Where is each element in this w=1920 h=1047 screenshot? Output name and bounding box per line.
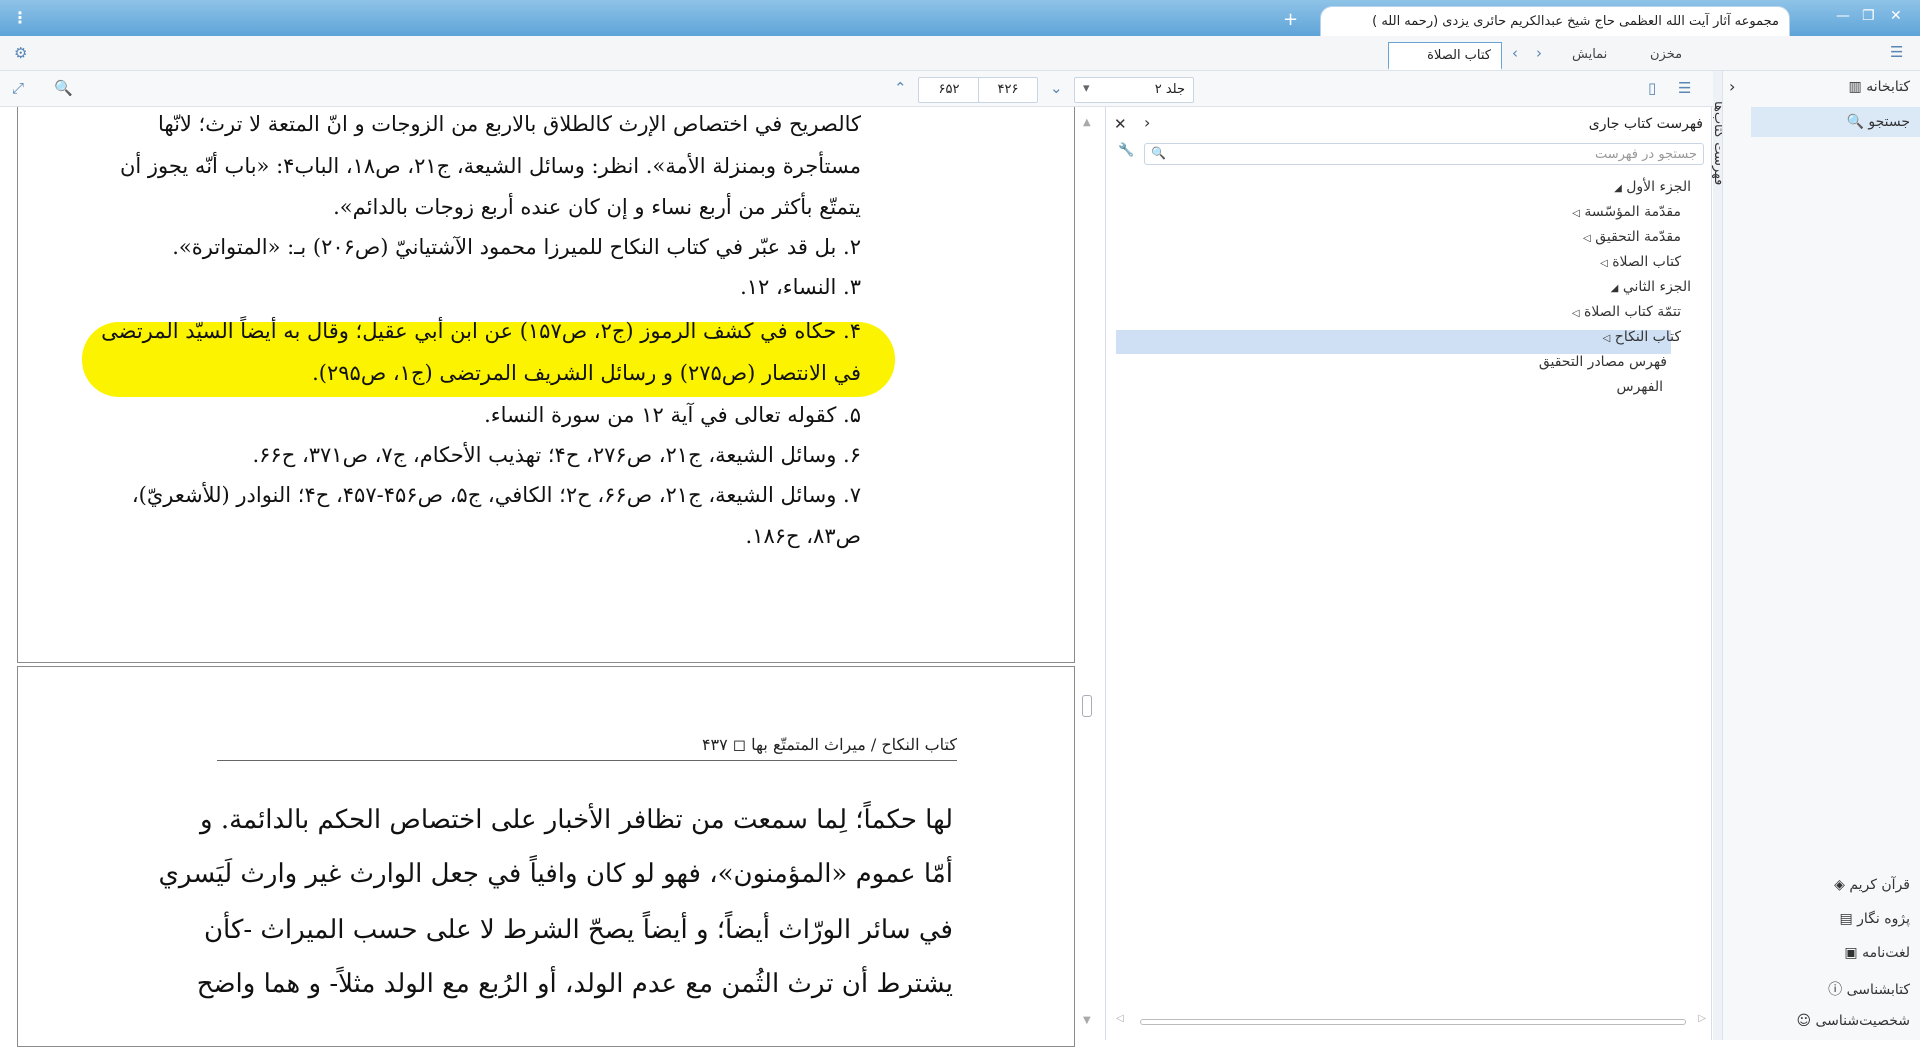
toc-item[interactable]: الفهرس: [1616, 379, 1663, 395]
sidebar-item-notebook[interactable]: پژوه نگار ▤: [1839, 911, 1910, 927]
document-tab[interactable]: مجموعه آثار آیت الله العظمی حاج شیخ عبدا…: [1320, 6, 1790, 36]
toc-title: فهرست کتاب جاری: [1588, 116, 1703, 132]
running-header: کتاب النکاح / میراث المتمتّع بها ◻ ۴۳۷: [217, 735, 957, 761]
person-icon: ☺: [1796, 1013, 1812, 1029]
reader-pane[interactable]: کالصریح في اختصاص الإرث کالطلاق بالاربع …: [17, 107, 1075, 1047]
chevron-down-icon[interactable]: ⌄: [1050, 79, 1063, 97]
toc-search-input[interactable]: جستجو در فهرست 🔍: [1144, 143, 1704, 165]
sidebar-item-persons[interactable]: شخصیت‌شناسی ☺: [1796, 1013, 1910, 1029]
toc-search-placeholder: جستجو در فهرست: [1594, 147, 1697, 162]
toolbar-top: ⚙ کتاب الصلاة ‹ › نمایش مخزن ☰: [0, 36, 1920, 71]
toc-item-selected[interactable]: کتاب النکاح ◁: [1603, 329, 1681, 345]
chevron-up-icon[interactable]: ⌃: [894, 79, 907, 97]
body-line: لها حکماً؛ لِما سمعت من تظافر الأخبار عل…: [200, 805, 953, 835]
volume-select[interactable]: جلد ۲ ▾: [1074, 77, 1194, 103]
tab-repository-label: مخزن: [1650, 47, 1683, 62]
body-line: یشترط أن ترث الثُمن مع عدم الولد، أو الر…: [196, 969, 953, 999]
toc-item[interactable]: تتمّة کتاب الصلاة ◁: [1572, 304, 1681, 320]
vertical-tab-strip[interactable]: فهرست کتاب‌ها: [1711, 71, 1726, 1040]
page-total-field: ۶۵۲: [918, 77, 980, 103]
close-icon[interactable]: ✕: [1890, 8, 1902, 24]
scroll-up-icon[interactable]: ▲: [1083, 117, 1091, 128]
search-icon[interactable]: 🔍: [54, 79, 73, 97]
toc-item-part1[interactable]: الجزء الأول ◢: [1614, 179, 1691, 195]
scroll-down-icon[interactable]: ▼: [1083, 1015, 1091, 1026]
toc-selection: [1116, 330, 1671, 354]
scroll-right-icon[interactable]: ▷: [1698, 1013, 1706, 1024]
document-tab-label: مجموعه آثار آیت الله العظمی حاج شیخ عبدا…: [1372, 14, 1779, 29]
minimize-icon[interactable]: —: [1836, 8, 1850, 24]
triangle-down-icon: ◢: [1610, 283, 1619, 294]
footnote-line: ۶. وسائل الشیعة، ج۲۱، ص۲۷۶، ح۴؛ تهذیب ال…: [252, 443, 861, 467]
scroll-thumb[interactable]: [1140, 1019, 1686, 1025]
reader-scrollbar[interactable]: ▲ ▼: [1078, 117, 1098, 1027]
page-input[interactable]: ۴۲۶: [978, 77, 1038, 103]
restore-icon[interactable]: ❐: [1862, 8, 1875, 24]
footnote-line: کالصریح في اختصاص الإرث کالطلاق بالاربع …: [157, 112, 861, 136]
footnote-line: ۵. کقوله تعالی في آیة ۱۲ من سورة النساء.: [484, 403, 861, 427]
footnote-line: یتمتّع بأکثر من أربع نساء و إن کان عنده …: [333, 195, 861, 219]
footnote-line: ۴. حکاه في کشف الرموز (ج۲، ص۱۵۷) عن ابن …: [101, 319, 861, 343]
volume-select-label: جلد ۲: [1154, 82, 1185, 97]
tab-display[interactable]: نمایش: [1562, 42, 1617, 70]
body-line: في سائر الورّاث أیضاً؛ و أیضاً یصحّ الشر…: [203, 915, 953, 945]
chevron-right-icon[interactable]: ›: [1536, 44, 1542, 62]
notebook-icon: ▤: [1839, 911, 1853, 927]
scroll-left-icon[interactable]: ◁: [1116, 1013, 1124, 1024]
footnote-line: في الانتصار (ص۲۷۵) و رسائل الشریف المرتض…: [312, 361, 861, 385]
kebab-menu-icon[interactable]: ⋮: [12, 8, 28, 27]
dropdown-icon: ▾: [1083, 81, 1090, 96]
single-page-icon[interactable]: ▯: [1648, 79, 1656, 97]
right-sidebar: › کتابخانه ▥ جستجو 🔍 قرآن کریم ◈ پژوه نگ…: [1722, 71, 1920, 1040]
tab-book-label: کتاب الصلاة: [1427, 48, 1491, 63]
tab-display-label: نمایش: [1572, 47, 1608, 62]
tab-repository[interactable]: مخزن: [1640, 42, 1692, 70]
footnote-line: ۷. وسائل الشیعة، ج۲۱، ص۶۶، ح۲؛ الکافي، ج…: [131, 483, 861, 507]
chevron-left-icon: ◁: [1600, 258, 1608, 269]
toc-item-part2[interactable]: الجزء الثاني ◢: [1611, 279, 1691, 295]
quran-icon: ◈: [1834, 877, 1845, 893]
chevron-left-icon: ◁: [1571, 308, 1580, 319]
footnote-line: ۲. بل قد عبّر في کتاب النکاح للمیرزا محم…: [172, 235, 861, 259]
sidebar-item-library[interactable]: کتابخانه ▥: [1849, 79, 1910, 95]
chevron-left-icon: ◁: [1602, 333, 1611, 344]
toc-item[interactable]: فهرس مصادر التحقیق: [1539, 354, 1667, 370]
triangle-down-icon: ◢: [1614, 183, 1622, 194]
info-icon: ⓘ: [1828, 982, 1843, 998]
chevron-left-icon[interactable]: ‹: [1512, 44, 1518, 62]
gear-icon[interactable]: ⚙: [14, 44, 27, 62]
search-icon: 🔍: [1846, 114, 1864, 130]
search-icon: 🔍: [1151, 146, 1166, 160]
scroll-thumb[interactable]: [1082, 695, 1092, 717]
sidebar-item-search[interactable]: جستجو 🔍: [1846, 114, 1910, 130]
sidebar-item-quran[interactable]: قرآن کریم ◈: [1834, 877, 1910, 893]
sidebar-item-dictionary[interactable]: لغت‌نامه ▣: [1844, 945, 1910, 961]
expand-icon[interactable]: ⤢: [12, 79, 24, 97]
tab-book[interactable]: کتاب الصلاة: [1388, 42, 1502, 70]
toc-item[interactable]: کتاب الصلاة ◁: [1600, 254, 1681, 270]
sidebar-item-bibliography[interactable]: کتابشناسی ⓘ: [1828, 979, 1910, 999]
title-bar: ⋮ + مجموعه آثار آیت الله العظمی حاج شیخ …: [0, 0, 1920, 36]
hamburger-menu-icon[interactable]: ☰: [1890, 43, 1903, 61]
new-tab-button[interactable]: +: [1283, 9, 1298, 30]
toolbar-reader: ⤢ 🔍 ⌃ ۶۵۲ ۴۲۶ ⌄ جلد ۲ ▾ ▯ ☰: [0, 71, 1920, 107]
chevron-left-icon: ◁: [1572, 208, 1580, 219]
list-view-icon[interactable]: ☰: [1678, 79, 1691, 97]
toc-item[interactable]: مقدّمة التحقیق ◁: [1583, 229, 1681, 245]
footnote-line: مستأجرة وبمنزلة الأمة». انظر: وسائل الشی…: [119, 154, 861, 178]
close-panel-icon[interactable]: ✕: [1114, 115, 1127, 133]
dictionary-icon: ▣: [1844, 945, 1858, 961]
library-icon: ▥: [1848, 79, 1862, 95]
chevron-right-icon[interactable]: ›: [1729, 77, 1735, 96]
toc-panel: ✕ › فهرست کتاب جاری 🔧 جستجو در فهرست 🔍 ا…: [1105, 107, 1712, 1040]
footnote-line: ۳. النساء، ۱۲.: [740, 275, 861, 299]
toc-hscrollbar[interactable]: ◁ ▷: [1116, 1013, 1706, 1027]
body-line: أمّا عموم «المؤمنون»، فهو لو کان وافیاً …: [158, 859, 954, 889]
chevron-right-icon[interactable]: ›: [1144, 113, 1150, 132]
toc-item[interactable]: مقدّمة المؤسّسة ◁: [1572, 204, 1681, 220]
wrench-icon[interactable]: 🔧: [1118, 143, 1134, 158]
footnote-line: ص۸۳، ح۱۸۶.: [745, 524, 862, 548]
chevron-left-icon: ◁: [1583, 233, 1591, 244]
